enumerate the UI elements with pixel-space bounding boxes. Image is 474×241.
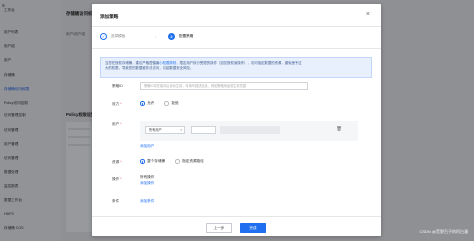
user-type-select[interactable]: 所有用户 ▾ [145,126,185,134]
action-value: 所有操作 [140,175,155,179]
radio-checked-icon [140,101,145,106]
user-id-select[interactable] [191,126,216,134]
condition-label: 条件 [112,199,120,203]
chevron-down-icon: ▾ [180,128,182,132]
radio-checked-icon [140,159,145,164]
done-button[interactable]: 完成 [240,223,266,233]
effect-label: 效力 * [112,102,122,106]
deny-label: 拒绝 [171,101,179,105]
close-icon[interactable]: × [366,11,370,18]
dialog-title: 添加策略 [100,14,119,19]
whole-bucket-label: 整个存储桶 [147,159,166,163]
info-notice: 当您在授权存储桶，建议严格遵循最小权限原则，限定用户执行受限的操作（如仅授权读操… [100,57,372,78]
previous-button[interactable]: 上一步 [206,223,232,233]
step-1-label: 选择模板 [111,33,126,38]
chevron-right-icon: › [155,34,157,39]
add-user-link[interactable]: 添加用户 [140,144,154,149]
specific-path-label: 指定资源路径 [182,159,204,163]
step-2-number: 2 [168,32,175,40]
add-action-link[interactable]: 添加操作 [140,181,154,186]
effect-allow-radio[interactable]: 允许 [140,101,154,106]
user-value-field [220,126,280,134]
resource-label: 资源 * [112,160,122,164]
least-privilege-link[interactable]: 小权限原则 [159,61,176,65]
radio-unchecked-icon [175,159,180,164]
trash-icon[interactable]: 🗑 [336,126,342,132]
notice-text-2: ，限定用户执行受限的操作（如仅授权读操作），访问指定数据的资源，避免授予过 [176,61,302,65]
user-type-value: 所有用户 [149,128,162,132]
radio-unchecked-icon [164,101,169,106]
effect-deny-radio[interactable]: 拒绝 [164,101,179,106]
user-label: 用户 * [112,122,122,126]
step-2: 2 配置策略 [168,30,193,42]
notice-text-1: 当您在授权存储桶，建议严格遵循最 [105,61,160,65]
resource-radio-group: 整个存储桶 指定资源路径 [140,159,204,164]
add-policy-dialog: 添加策略 × ✓ 选择模板 › 2 配置策略 当您在授权存储桶，建议严格遵循最小… [92,4,381,236]
effect-radio-group: 允许 拒绝 [140,101,179,106]
watermark: CSDN @荒野百子的阿白漫 [419,229,468,234]
notice-text-3: 大的权限，导致您的数据被非法访问，引起数据安全风险。 [105,66,194,70]
add-condition-link[interactable]: 添加条件 [140,199,154,204]
action-label: 操作 * [112,177,122,181]
step-2-label: 配置策略 [179,33,194,38]
steps-divider [92,48,381,49]
step-indicator: ✓ 选择模板 › 2 配置策略 [100,30,280,42]
policy-id-label: 策略ID [112,84,123,88]
check-icon: ✓ [100,32,107,40]
resource-specific-path-radio[interactable]: 指定资源路径 [175,159,204,164]
step-1: ✓ 选择模板 [100,30,125,42]
resource-whole-bucket-radio[interactable]: 整个存储桶 [140,159,165,164]
header-divider [92,26,381,27]
policy-description-input[interactable]: 策略ID将在保存后自动生成，可填写描述信息，例如策略用途或生效范围 [140,82,308,90]
allow-label: 允许 [147,101,155,105]
footer-divider [92,216,381,217]
user-row: 所有用户 ▾ 🗑 [140,121,358,141]
